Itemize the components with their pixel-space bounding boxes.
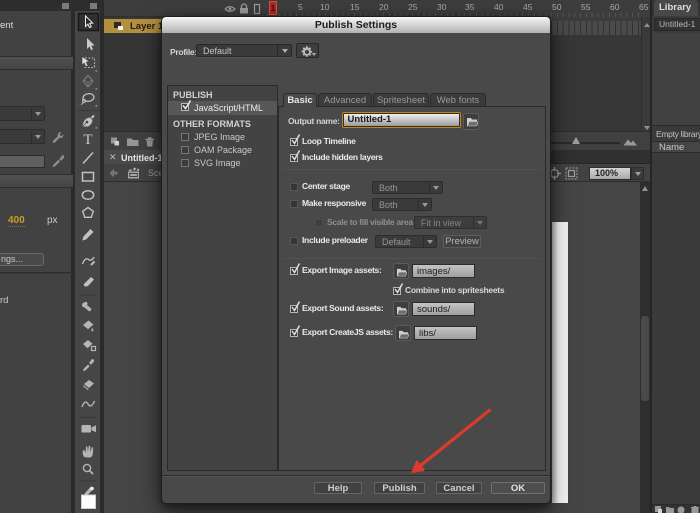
svg-text:T: T	[83, 132, 92, 148]
